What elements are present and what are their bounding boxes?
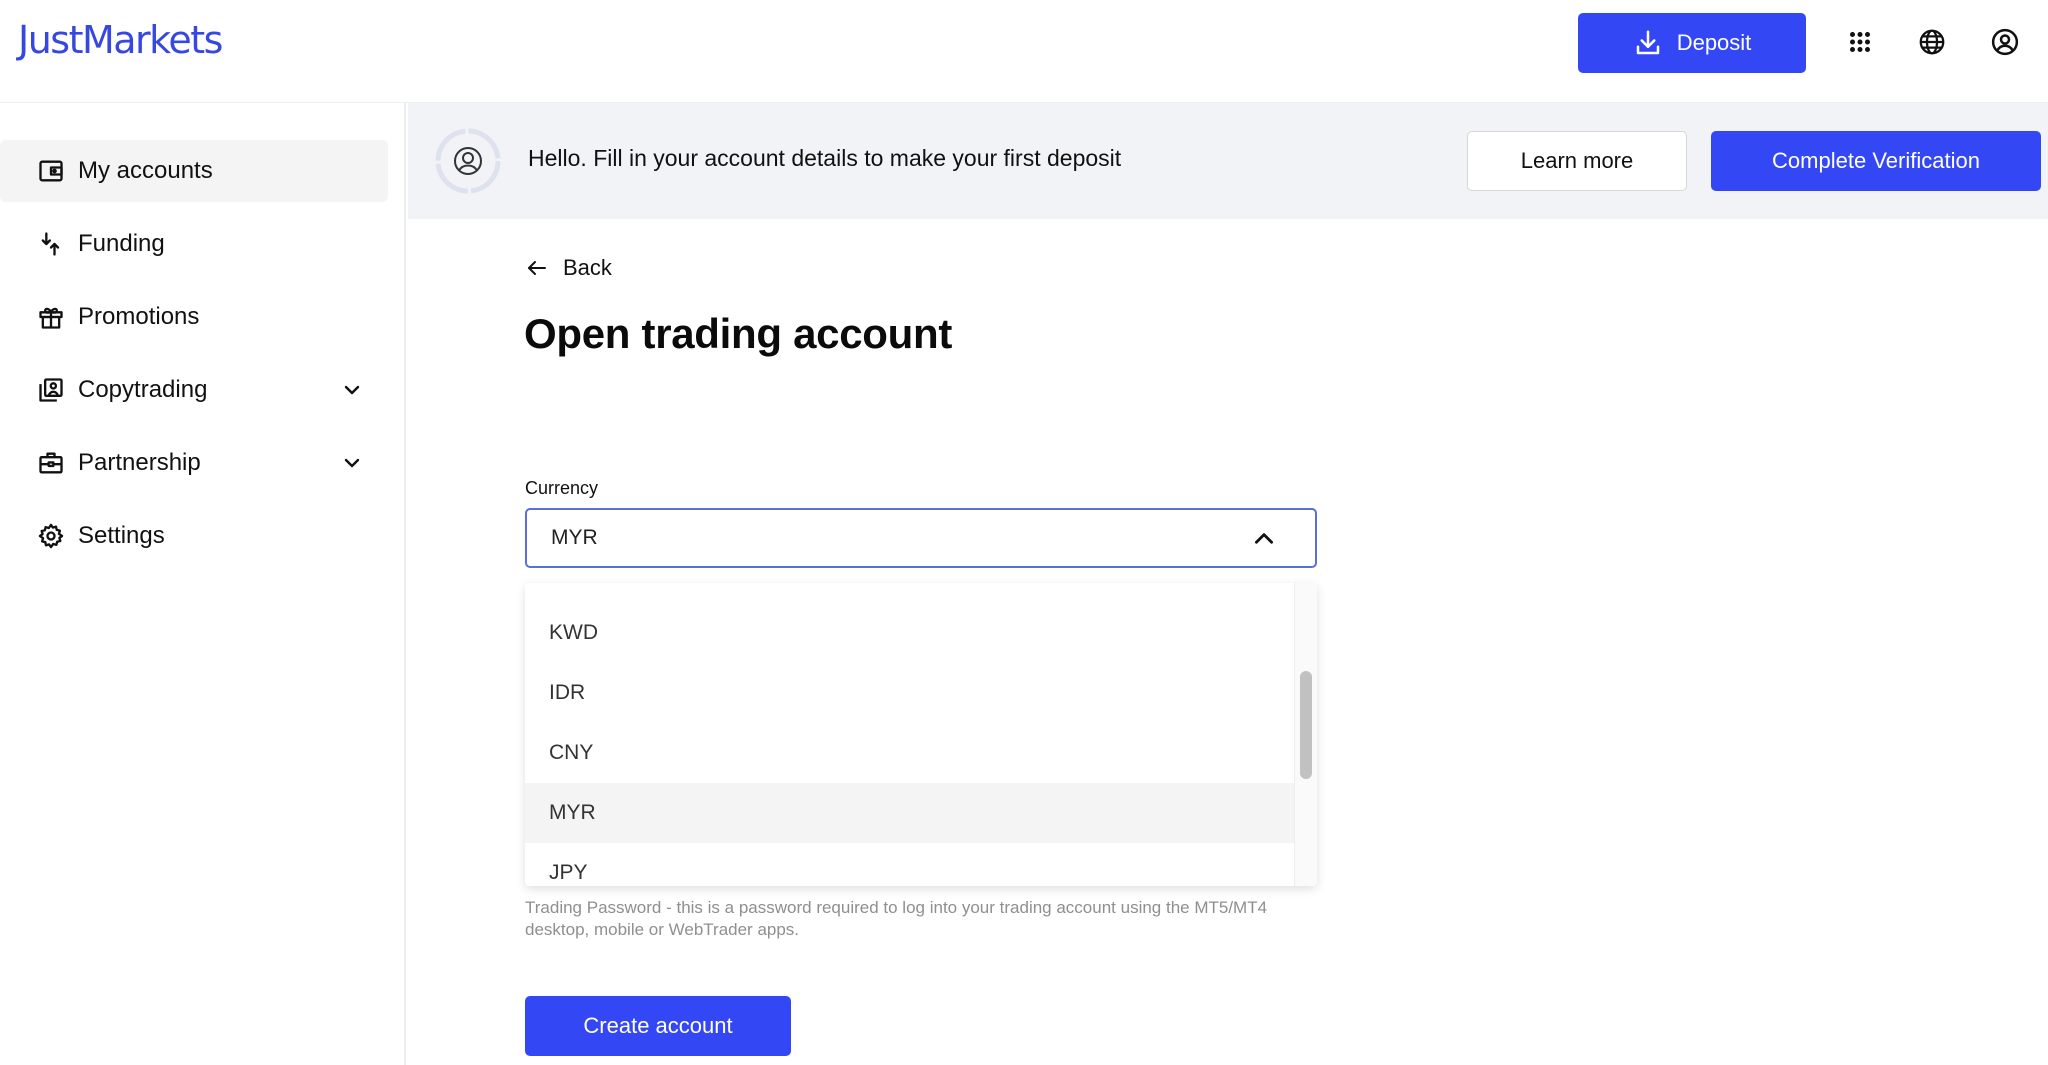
sidebar-item-settings[interactable]: Settings — [0, 505, 388, 567]
currency-option[interactable]: IDR — [525, 663, 1294, 723]
chevron-down-icon[interactable] — [340, 378, 364, 402]
globe-icon — [1919, 29, 1945, 55]
sidebar-item-label: My accounts — [78, 157, 213, 184]
sidebar-item-label: Settings — [78, 522, 165, 549]
gear-icon — [36, 521, 66, 551]
currency-option[interactable]: CNY — [525, 723, 1294, 783]
profile-progress-icon — [435, 128, 501, 194]
learn-more-button[interactable]: Learn more — [1467, 131, 1687, 191]
currency-option[interactable]: KWD — [525, 603, 1294, 663]
sidebar-item-label: Promotions — [78, 303, 200, 330]
trading-password-help-text: Trading Password - this is a password re… — [525, 898, 1268, 939]
sidebar-item-label: Copytrading — [78, 376, 208, 403]
chevron-down-icon[interactable] — [340, 451, 364, 475]
user-circle-icon — [1991, 28, 2019, 56]
apps-grid-button[interactable] — [1842, 24, 1878, 60]
currency-option[interactable]: JPY — [525, 843, 1294, 886]
back-link[interactable]: Back — [525, 255, 612, 281]
top-bar: JustMarkets Deposit — [0, 0, 2048, 103]
sidebar-item-copytrading[interactable]: Copytrading — [0, 359, 388, 421]
sidebar-item-partnership[interactable]: Partnership — [0, 432, 388, 494]
arrow-left-icon — [528, 261, 546, 275]
briefcase-icon — [36, 448, 66, 478]
currency-option[interactable]: ZAR — [525, 583, 1294, 603]
complete-verification-button[interactable]: Complete Verification — [1711, 131, 2041, 191]
copytrading-icon — [36, 375, 66, 405]
transfer-arrows-icon — [36, 229, 66, 259]
currency-selected-value: MYR — [551, 526, 598, 549]
currency-select[interactable]: MYR — [525, 508, 1317, 568]
profile-button[interactable] — [1987, 24, 2023, 60]
sidebar-item-funding[interactable]: Funding — [0, 213, 388, 275]
apps-grid-icon — [1850, 32, 1870, 52]
wallet-icon — [36, 156, 66, 186]
dropdown-scrollbar[interactable] — [1294, 583, 1317, 886]
deposit-label: Deposit — [1676, 30, 1752, 55]
chevron-up-icon — [1255, 533, 1273, 544]
sidebar-item-label: Funding — [78, 230, 165, 257]
page-title: Open trading account — [524, 310, 953, 357]
currency-option-selected[interactable]: MYR — [525, 783, 1294, 843]
logo[interactable]: JustMarkets — [18, 18, 223, 62]
create-account-button[interactable]: Create account — [525, 996, 791, 1056]
gift-icon — [36, 302, 66, 332]
verification-banner: Hello. Fill in your account details to m… — [408, 103, 2048, 219]
currency-label: Currency — [525, 478, 599, 498]
download-icon — [1636, 30, 1659, 55]
sidebar-item-promotions[interactable]: Promotions — [0, 286, 388, 348]
currency-options-list: ZAR KWD IDR CNY MYR JPY — [525, 583, 1294, 886]
language-button[interactable] — [1914, 24, 1950, 60]
sidebar-item-label: Partnership — [78, 449, 201, 476]
back-label: Back — [563, 255, 612, 280]
sidebar: My accounts Funding Promotions Copytradi… — [0, 103, 406, 1065]
banner-message: Hello. Fill in your account details to m… — [528, 145, 1122, 171]
currency-dropdown: ZAR KWD IDR CNY MYR JPY — [525, 583, 1317, 886]
sidebar-item-my-accounts[interactable]: My accounts — [0, 140, 388, 202]
dropdown-scrollbar-thumb[interactable] — [1300, 671, 1312, 779]
deposit-button[interactable]: Deposit — [1578, 13, 1806, 73]
